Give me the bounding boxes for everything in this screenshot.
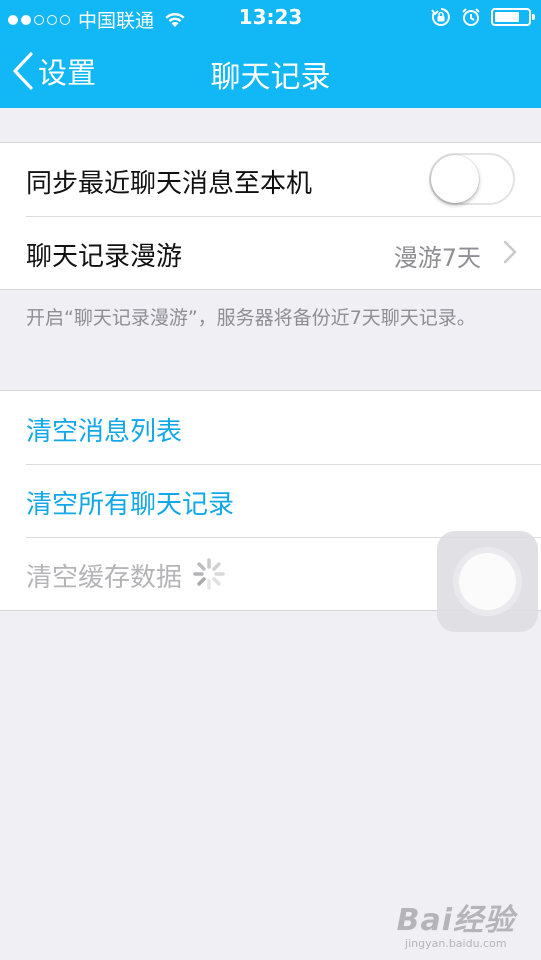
clear-list-row[interactable]: 清空消息列表: [0, 391, 541, 464]
clear-all-button[interactable]: 清空所有聊天记录: [26, 484, 234, 521]
clear-cache-button: 清空缓存数据: [26, 563, 183, 593]
chevron-right-icon: [503, 240, 517, 264]
alarm-icon: [462, 8, 480, 26]
watermark: Bai经验 jingyan.baidu.com: [397, 895, 515, 950]
watermark-logo: Bai经验: [396, 903, 515, 938]
rotation-lock-icon: [431, 8, 450, 26]
assistive-touch-icon: [459, 553, 516, 610]
status-right: [431, 7, 535, 27]
status-bar: 中国联通 13:23: [0, 0, 541, 36]
assistive-touch-button[interactable]: [437, 531, 538, 632]
sync-roam-group: 同步最近聊天消息至本机 聊天记录漫游 漫游7天: [0, 142, 541, 290]
page-title: 聊天记录: [210, 60, 331, 95]
app-header: 中国联通 13:23 设置 聊天记录: [0, 0, 541, 108]
toggle-knob: [431, 155, 479, 203]
clear-all-row[interactable]: 清空所有聊天记录: [0, 464, 541, 537]
roam-note: 开启“聊天记录漫游”，服务器将备份近7天聊天记录。: [26, 307, 476, 329]
sync-toggle[interactable]: [429, 153, 515, 205]
battery-icon: [491, 8, 535, 26]
nav-bar: 设置 聊天记录: [0, 36, 541, 108]
loading-spinner-icon: [193, 558, 225, 590]
roam-label: 聊天记录漫游: [26, 242, 183, 272]
watermark-url: jingyan.baidu.com: [405, 937, 507, 950]
roam-row[interactable]: 聊天记录漫游 漫游7天: [0, 216, 541, 289]
sync-row: 同步最近聊天消息至本机: [0, 143, 541, 216]
roam-value: 漫游7天: [393, 244, 481, 272]
sync-label: 同步最近聊天消息至本机: [26, 169, 313, 199]
clear-list-button[interactable]: 清空消息列表: [26, 411, 182, 448]
